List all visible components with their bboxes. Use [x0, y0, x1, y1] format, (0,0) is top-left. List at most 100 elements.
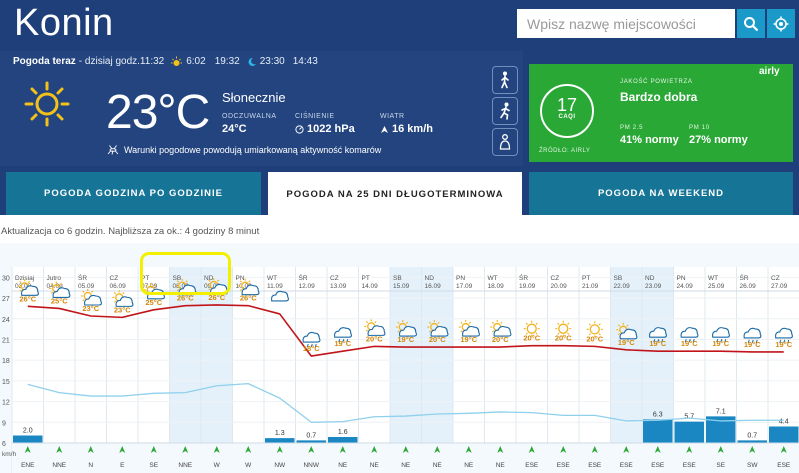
day-name: Jutro — [47, 275, 62, 282]
day-name: ŚR — [78, 273, 87, 282]
pm10-label: PM 10 — [689, 125, 710, 131]
day-date: 11.09 — [267, 283, 283, 290]
precip-bar — [769, 426, 799, 443]
day-temperature: 26°C — [177, 294, 194, 303]
tab-weekend[interactable]: POGODA NA WEEKEND — [529, 172, 793, 215]
day-date: 16.09 — [425, 283, 442, 290]
y-tick-label: 12 — [2, 400, 10, 407]
day-name: PN — [456, 275, 465, 282]
wind-direction-icon — [381, 125, 388, 133]
wind-direction: NE — [496, 462, 506, 469]
locate-button[interactable] — [767, 9, 795, 38]
day-date: 05.09 — [78, 283, 95, 290]
pressure: CIŚNIENIE 1022 hPa — [295, 113, 355, 135]
day-date: 22.09 — [614, 283, 631, 290]
walking-person-icon — [501, 71, 509, 89]
allergy-activity-button[interactable] — [492, 128, 518, 156]
air-quality-label: JAKOŚĆ POWIETRZA — [620, 79, 693, 85]
search-button[interactable] — [737, 9, 765, 38]
weekend-highlight-annotation — [140, 252, 231, 295]
day-temperature: 19°C — [775, 340, 792, 349]
precip-label: 0.7 — [747, 432, 757, 439]
day-name: CZ — [110, 275, 119, 282]
pm10: PM 10 27% normy — [689, 125, 748, 146]
precip-label: 5.7 — [684, 414, 694, 421]
precip-bar — [674, 421, 704, 443]
day-temperature: 20°C — [429, 335, 446, 344]
tab-hourly[interactable]: POGODA GODZINA PO GODZINIE — [6, 172, 261, 215]
y-tick-label: 24 — [2, 317, 10, 324]
wind-direction: ESE — [525, 462, 539, 469]
pressure-gauge-icon — [295, 124, 304, 134]
precip-label: 2.0 — [23, 428, 33, 435]
wind-value: 16 km/h — [392, 123, 433, 135]
day-temperature: 19°C — [681, 339, 698, 348]
precip-bar — [265, 438, 295, 443]
sunny-weather-icon — [24, 81, 70, 127]
day-temperature: 25°C — [51, 296, 68, 305]
day-date: 06.09 — [110, 283, 127, 290]
running-person-icon — [500, 102, 510, 120]
wind-direction: NE — [401, 462, 411, 469]
day-temperature: 23°C — [82, 304, 99, 313]
day-name: ND — [645, 275, 655, 282]
wind-direction: NNE — [52, 462, 66, 469]
update-info: Aktualizacja co 6 godzin. Najbliższa za … — [1, 226, 260, 237]
precip-label: 1.6 — [338, 429, 348, 436]
wind-direction: NW — [274, 462, 286, 469]
precip-label: 7.1 — [716, 408, 726, 415]
day-temperature: 20°C — [492, 335, 509, 344]
y-tick-label: 30 — [2, 275, 10, 282]
y-tick-label: 6 — [2, 441, 6, 448]
day-temperature: 26°C — [19, 294, 36, 303]
search-input[interactable] — [517, 9, 735, 38]
precip-label: 4.4 — [779, 419, 789, 426]
day-date: 21.09 — [582, 283, 599, 290]
day-name: CZ — [330, 275, 339, 282]
current-condition: Słonecznie — [222, 90, 286, 105]
day-date: 23.09 — [645, 283, 662, 290]
day-date: 26.09 — [740, 283, 757, 290]
day-date: 25.09 — [708, 283, 725, 290]
day-name: WT — [267, 275, 277, 282]
wind-direction: W — [214, 462, 221, 469]
day-name: PT — [582, 275, 590, 282]
moon-icon — [248, 57, 256, 66]
walking-activity-button[interactable] — [492, 66, 518, 94]
weather-page: Konin Pogoda teraz - dzisiaj godz.11:32 … — [0, 0, 799, 473]
current-title: Pogoda teraz — [13, 56, 76, 67]
day-date: 20.09 — [551, 283, 568, 290]
wind-direction: NE — [464, 462, 474, 469]
day-name: ŚR — [519, 273, 528, 282]
wind-direction: ESE — [588, 462, 602, 469]
moonrise-time: 23:30 — [259, 56, 285, 67]
wind-unit-label: km/h — [2, 451, 16, 458]
city-title: Konin — [14, 2, 114, 44]
day-temperature: 23°C — [114, 305, 131, 314]
wind-direction: SE — [716, 462, 725, 469]
day-date: 18.09 — [488, 283, 505, 290]
wind-direction: N — [88, 462, 93, 469]
wind-label: WIATR — [380, 113, 405, 120]
pm25-label: PM 2.5 — [620, 125, 644, 131]
wind-direction: NNE — [178, 462, 192, 469]
day-name: CZ — [771, 275, 780, 282]
location-target-icon — [773, 16, 789, 31]
wind-direction: ESE — [620, 462, 634, 469]
wind-direction: NE — [338, 462, 348, 469]
day-temperature: 19°C — [712, 339, 729, 348]
tab-25-days[interactable]: POGODA NA 25 DNI DŁUGOTERMINOWA — [268, 172, 522, 217]
precip-bar — [13, 435, 43, 443]
air-quality-panel[interactable]: 17 CAQI ŹRÓDŁO: AIRLY JAKOŚĆ POWIETRZA B… — [529, 64, 793, 162]
day-date: 12.09 — [299, 283, 316, 290]
day-name: WT — [708, 275, 718, 282]
day-name: SB — [393, 275, 402, 282]
mosquito-info: Warunki pogodowe powodują umiarkowaną ak… — [106, 145, 381, 155]
pm25: PM 2.5 41% normy — [620, 125, 679, 146]
feels-like: ODCZUWALNA 24°C — [222, 113, 277, 135]
y-tick-label: 18 — [2, 358, 10, 365]
precip-bar — [328, 437, 358, 443]
wind-direction: NE — [433, 462, 443, 469]
current-weather-panel: Pogoda teraz - dzisiaj godz.11:32 6:02 1… — [0, 51, 523, 166]
running-activity-button[interactable] — [492, 97, 518, 125]
